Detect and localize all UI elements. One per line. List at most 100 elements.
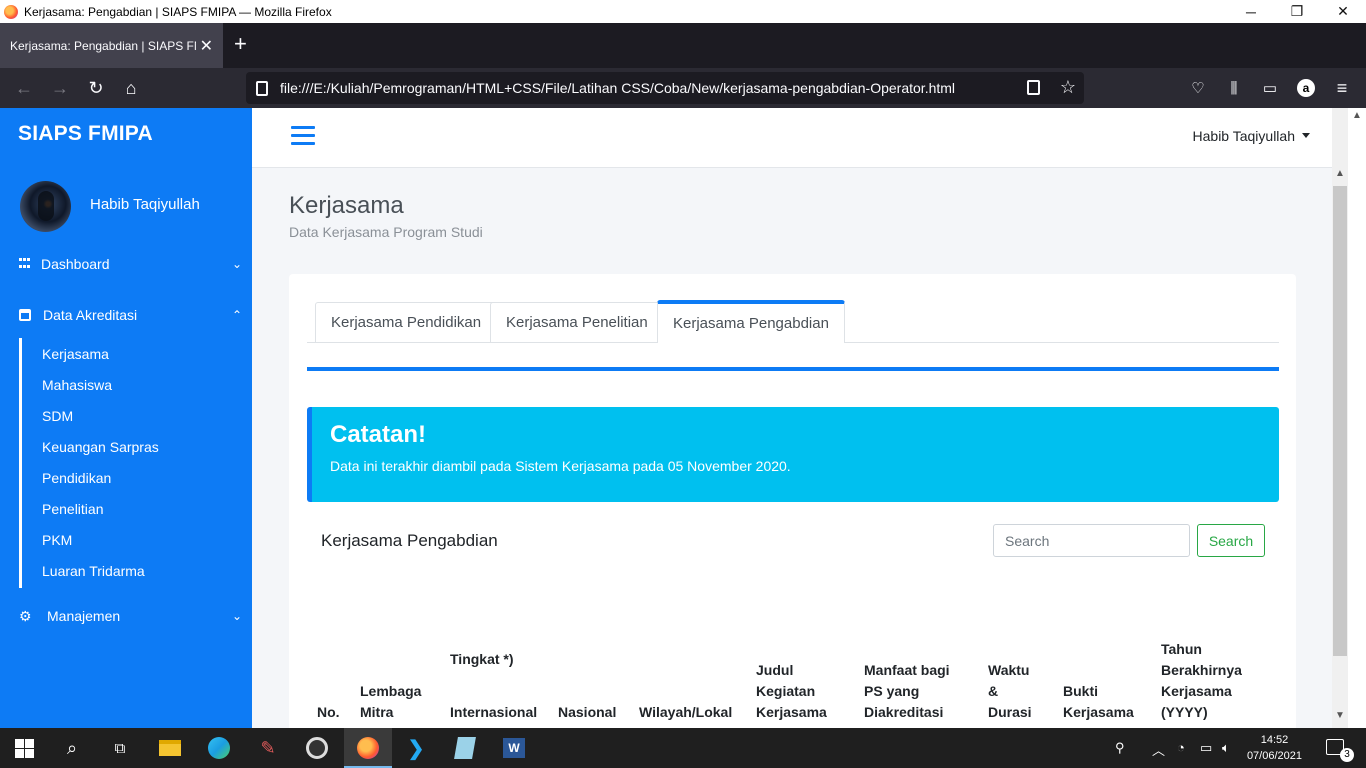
table-header-internasional: Internasional	[450, 704, 538, 720]
sidebar-item-label: Dashboard	[41, 256, 110, 272]
windows-start-icon[interactable]	[15, 739, 34, 758]
table-header-tahun-berakhir: Tahun Berakhirnya Kerjasama (YYYY)	[1161, 641, 1242, 720]
search-icon[interactable]: ⌕	[59, 735, 85, 761]
scroll-up-arrow-icon[interactable]: ▲	[1352, 110, 1362, 121]
people-icon[interactable]: ⚲	[1115, 740, 1125, 756]
tab-kerjasama-pengabdian[interactable]: Kerjasama Pengabdian	[657, 300, 845, 343]
library-icon[interactable]: ⫼	[1222, 76, 1246, 100]
hamburger-menu-icon[interactable]	[291, 126, 315, 145]
system-clock[interactable]: 14:52 07/06/2021	[1247, 732, 1302, 764]
sidebar-item-penelitian[interactable]: Penelitian	[42, 501, 104, 517]
browser-tab[interactable]: Kerjasama: Pengabdian | SIAPS FMIPA ✕	[0, 23, 223, 68]
tab-bar: Kerjasama Pendidikan Kerjasama Penelitia…	[307, 290, 1279, 343]
brand-logo[interactable]: SIAPS FMIPA	[18, 122, 153, 146]
chevron-up-icon: ⌃	[231, 308, 242, 322]
battery-icon[interactable]: ▭	[1200, 740, 1212, 756]
word-icon[interactable]: W	[501, 735, 527, 761]
table-header-lembaga-mitra: Lembaga Mitra	[360, 683, 422, 720]
top-header: Habib Taqiyullah	[252, 108, 1332, 168]
address-bar[interactable]: file:///E:/Kuliah/Pemrograman/HTML+CSS/F…	[246, 72, 1084, 104]
sidebar: SIAPS FMIPA Habib Taqiyullah Dashboard ⌄…	[0, 108, 252, 728]
scrollbar-thumb[interactable]	[1333, 186, 1347, 656]
reader-view-icon[interactable]	[1027, 80, 1040, 95]
reload-icon[interactable]: ↻	[84, 76, 108, 100]
scroll-up-arrow-icon[interactable]: ▲	[1335, 168, 1345, 179]
back-arrow-icon[interactable]: ←	[12, 76, 36, 100]
caret-down-icon	[1302, 133, 1310, 138]
sidebar-item-dashboard[interactable]: Dashboard ⌄	[0, 244, 252, 284]
chevron-down-icon: ⌄	[231, 609, 242, 623]
chevron-up-icon[interactable]: ︿	[1152, 740, 1165, 759]
submenu-indicator	[19, 338, 22, 588]
tab-kerjasama-pendidikan[interactable]: Kerjasama Pendidikan	[315, 302, 498, 342]
chevron-down-icon: ⌄	[231, 257, 242, 271]
sidebar-item-pkm[interactable]: PKM	[42, 532, 72, 548]
sidebar-item-pendidikan[interactable]: Pendidikan	[42, 470, 111, 486]
sidebar-item-manajemen[interactable]: ⚙ Manajemen ⌄	[0, 596, 252, 636]
search-button[interactable]: Search	[1197, 524, 1265, 557]
sidebar-item-mahasiswa[interactable]: Mahasiswa	[42, 377, 112, 393]
pocket-icon[interactable]: ♡	[1186, 76, 1210, 100]
user-dropdown[interactable]: Habib Taqiyullah	[1193, 128, 1310, 144]
table-header-nasional: Nasional	[558, 704, 617, 720]
page-title: Kerjasama	[289, 192, 404, 219]
info-callout: Catatan! Data ini terakhir diambil pada …	[307, 407, 1279, 502]
table-header-no: No.	[317, 704, 340, 720]
notification-count-badge: 3	[1340, 748, 1354, 762]
sidebar-item-keuangan-sarpras[interactable]: Keuangan Sarpras	[42, 439, 159, 455]
task-view-icon[interactable]: ⧉	[107, 735, 133, 761]
home-icon[interactable]: ⌂	[119, 76, 143, 100]
table-header-bukti-kerjasama: Bukti Kerjasama	[1063, 683, 1134, 720]
window-titlebar: Kerjasama: Pengabdian | SIAPS FMIPA — Mo…	[0, 0, 1366, 23]
sidebar-item-label: Manajemen	[47, 608, 121, 624]
volume-icon[interactable]: 🔈︎	[1222, 740, 1230, 756]
browser-tab-title: Kerjasama: Pengabdian | SIAPS FMIPA	[10, 38, 196, 53]
paint-app-icon[interactable]: ✎	[255, 735, 281, 761]
sidebar-user-name[interactable]: Habib Taqiyullah	[90, 196, 200, 213]
grid-icon	[19, 258, 31, 270]
tab-kerjasama-penelitian[interactable]: Kerjasama Penelitian	[490, 302, 664, 342]
file-icon	[256, 80, 268, 96]
table-header-tingkat: Tingkat *)	[450, 651, 514, 667]
close-tab-icon[interactable]: ✕	[200, 36, 213, 56]
minimize-button[interactable]: ─	[1228, 0, 1274, 23]
gear-icon: ⚙	[19, 608, 32, 624]
content-card: Kerjasama Pendidikan Kerjasama Penelitia…	[289, 274, 1296, 728]
browser-navbar: ← → ↻ ⌂ file:///E:/Kuliah/Pemrograman/HT…	[0, 68, 1366, 108]
clock-time: 14:52	[1260, 734, 1289, 746]
avatar	[20, 181, 71, 232]
window-scrollbar[interactable]: ▲	[1348, 108, 1366, 728]
sidebar-item-kerjasama[interactable]: Kerjasama	[42, 346, 109, 362]
sidebar-item-sdm[interactable]: SDM	[42, 408, 73, 424]
url-text[interactable]: file:///E:/Kuliah/Pemrograman/HTML+CSS/F…	[280, 80, 955, 96]
page-subtitle: Data Kerjasama Program Studi	[289, 224, 483, 240]
amazon-extension-icon[interactable]: a	[1294, 76, 1318, 100]
sidebar-item-data-akreditasi[interactable]: Data Akreditasi ⌃	[0, 295, 252, 335]
section-title: Kerjasama Pengabdian	[321, 531, 498, 550]
notepad-icon[interactable]	[452, 735, 478, 761]
calendar-icon	[19, 309, 31, 321]
firefox-icon[interactable]	[355, 735, 381, 761]
table-header-judul-kegiatan: Judul Kegiatan Kerjasama	[756, 662, 827, 720]
bookmark-star-icon[interactable]: ☆	[1060, 77, 1076, 98]
sidebar-item-luaran-tridarma[interactable]: Luaran Tridarma	[42, 563, 145, 579]
search-input[interactable]	[993, 524, 1190, 557]
new-tab-button[interactable]: +	[234, 33, 247, 55]
divider	[307, 367, 1279, 371]
app-menu-icon[interactable]: ≡	[1330, 76, 1354, 100]
page-scrollbar[interactable]: ▲ ▼	[1332, 108, 1348, 728]
forward-arrow-icon[interactable]: →	[48, 76, 72, 100]
vscode-icon[interactable]: ❯	[403, 735, 429, 761]
sidebar-item-label: Data Akreditasi	[43, 307, 138, 323]
scroll-down-arrow-icon[interactable]: ▼	[1335, 710, 1345, 721]
maximize-button[interactable]: ❐	[1274, 0, 1320, 23]
close-window-button[interactable]: ✕	[1320, 0, 1366, 23]
window-title: Kerjasama: Pengabdian | SIAPS FMIPA — Mo…	[24, 4, 332, 19]
callout-title: Catatan!	[330, 421, 427, 448]
wifi-icon[interactable]: ◔	[1177, 740, 1185, 755]
file-explorer-icon[interactable]	[157, 735, 183, 761]
firefox-logo-icon	[4, 4, 18, 19]
edge-icon[interactable]	[206, 735, 232, 761]
sidebar-toggle-icon[interactable]: ▭	[1258, 76, 1282, 100]
media-player-icon[interactable]	[304, 735, 330, 761]
